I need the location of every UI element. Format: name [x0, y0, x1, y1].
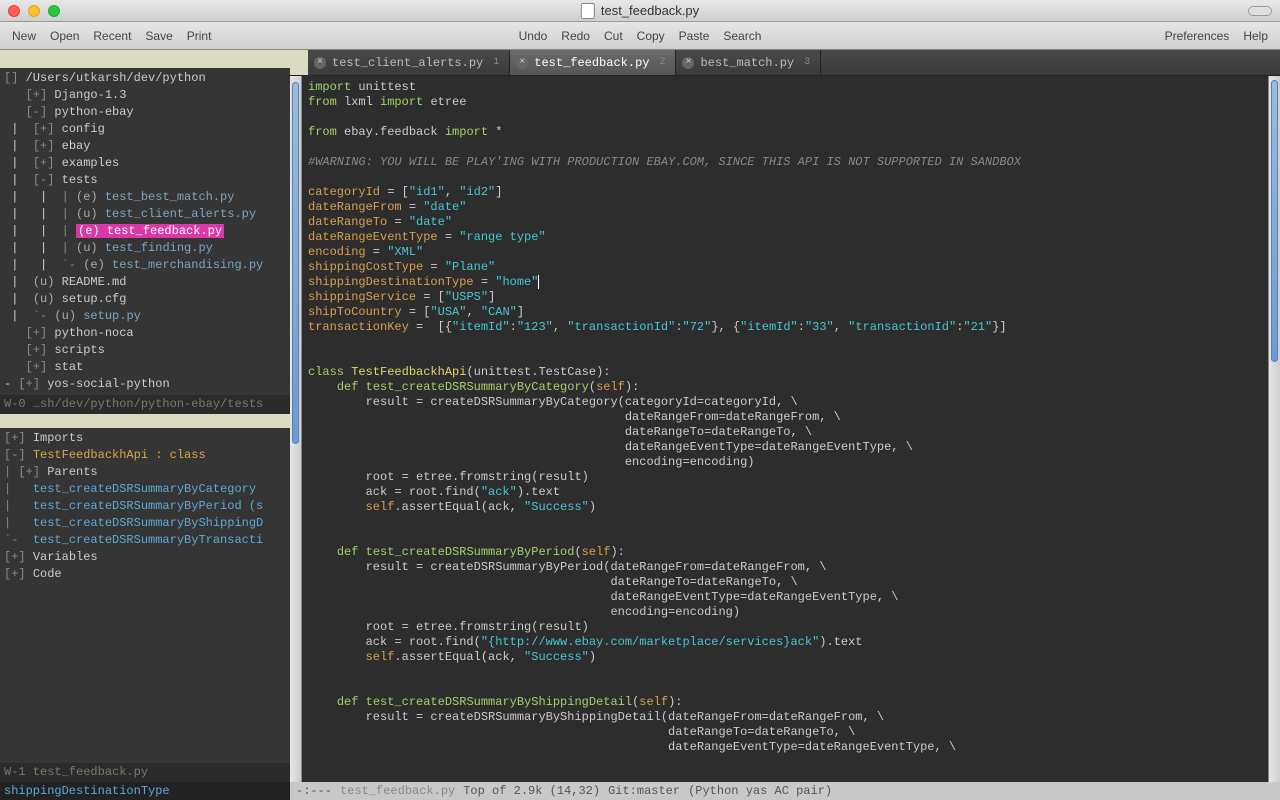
toolbar-redo[interactable]: Redo	[561, 29, 590, 43]
window-title: test_feedback.py	[601, 3, 699, 18]
status-git: Git:master	[608, 784, 680, 798]
tab-number: 3	[804, 57, 810, 68]
tree-item[interactable]: - [+] yos-social-python	[4, 376, 286, 393]
tree-item[interactable]: | [+] config	[4, 121, 286, 138]
toolbar-new[interactable]: New	[12, 29, 36, 43]
tab-label: test_client_alerts.py	[332, 56, 483, 70]
toolbar-preferences[interactable]: Preferences	[1165, 29, 1230, 43]
editor-scrollbar[interactable]	[1268, 76, 1280, 782]
tree-item[interactable]: | | `- (e) test_merchandising.py	[4, 257, 286, 274]
toolbar-search[interactable]: Search	[723, 29, 761, 43]
sidebar: [] /Users/utkarsh/dev/python [+] Django-…	[0, 50, 290, 800]
close-window-button[interactable]	[8, 5, 20, 17]
toolbar: New Open Recent Save Print Undo Redo Cut Copy Pa…	[0, 22, 1280, 50]
tab-test_client_alerts-py[interactable]: × test_client_alerts.py 1	[308, 50, 510, 75]
code-editor[interactable]: import unittestfrom lxml import etree fr…	[302, 76, 1268, 782]
outline-item[interactable]: [-] TestFeedbackhApi : class	[4, 447, 286, 464]
traffic-lights	[8, 5, 60, 17]
file-icon	[581, 3, 595, 19]
status-filename: test_feedback.py	[340, 784, 455, 798]
tab-label: test_feedback.py	[534, 56, 649, 70]
outline-item[interactable]: [+] Variables	[4, 549, 286, 566]
toolbar-print[interactable]: Print	[187, 29, 212, 43]
toolbar-cut[interactable]: Cut	[604, 29, 623, 43]
toolbar-paste[interactable]: Paste	[679, 29, 710, 43]
toolbar-open[interactable]: Open	[50, 29, 79, 43]
tab-test_feedback-py[interactable]: × test_feedback.py 2	[510, 50, 676, 75]
outline-item[interactable]: | test_createDSRSummaryByCategory	[4, 481, 286, 498]
tab-close-icon[interactable]: ×	[516, 57, 528, 69]
tab-bar: × test_client_alerts.py 1 × test_feedback.py…	[290, 50, 1280, 76]
tree-item[interactable]: [+] stat	[4, 359, 286, 376]
toolbar-help[interactable]: Help	[1243, 29, 1268, 43]
tree-item[interactable]: | [+] ebay	[4, 138, 286, 155]
tree-item[interactable]: | (u) README.md	[4, 274, 286, 291]
toolbar-copy[interactable]: Copy	[637, 29, 665, 43]
editor-status-bar: -:--- test_feedback.py Top of 2.9k (14,3…	[290, 782, 1280, 800]
sidebar-divider	[0, 414, 290, 428]
file-tree[interactable]: [] /Users/utkarsh/dev/python [+] Django-…	[0, 68, 290, 395]
tab-label: best_match.py	[700, 56, 794, 70]
outline-item[interactable]: [+] Code	[4, 566, 286, 583]
tab-best_match-py[interactable]: × best_match.py 3	[676, 50, 821, 75]
outline-panel[interactable]: [+] Imports[-] TestFeedbackhApi : class|…	[0, 428, 290, 763]
tree-item[interactable]: | | | (e) test_feedback.py	[4, 223, 286, 240]
tree-item[interactable]: | [-] tests	[4, 172, 286, 189]
toolbar-recent[interactable]: Recent	[93, 29, 131, 43]
minimize-window-button[interactable]	[28, 5, 40, 17]
tab-spacer	[290, 50, 308, 75]
sidebar-scrollbar[interactable]	[290, 76, 302, 782]
tree-root[interactable]: [] /Users/utkarsh/dev/python	[4, 70, 286, 87]
status-modes: (Python yas AC pair)	[688, 784, 832, 798]
outline-item[interactable]: | test_createDSRSummaryByPeriod (s	[4, 498, 286, 515]
tree-item[interactable]: | `- (u) setup.py	[4, 308, 286, 325]
tab-number: 2	[659, 57, 665, 68]
tree-item[interactable]: | (u) setup.cfg	[4, 291, 286, 308]
outline-item[interactable]: | test_createDSRSummaryByShippingD	[4, 515, 286, 532]
status-flags: -:---	[296, 784, 332, 798]
tree-item[interactable]: [+] Django-1.3	[4, 87, 286, 104]
tab-number: 1	[493, 57, 499, 68]
tree-item[interactable]: | | | (u) test_finding.py	[4, 240, 286, 257]
zoom-window-button[interactable]	[48, 5, 60, 17]
editor-panel: × test_client_alerts.py 1 × test_feedback.py…	[290, 50, 1280, 800]
tree-item[interactable]: | [+] examples	[4, 155, 286, 172]
sidebar-top-strip	[0, 50, 290, 68]
tree-item[interactable]: [+] python-noca	[4, 325, 286, 342]
status-position: Top of 2.9k (14,32)	[463, 784, 600, 798]
toolbar-save[interactable]: Save	[145, 29, 172, 43]
tree-item[interactable]: [+] scripts	[4, 342, 286, 359]
tree-item[interactable]: [-] python-ebay	[4, 104, 286, 121]
sidebar-status-w0: W-0 …sh/dev/python/python-ebay/tests	[0, 395, 290, 414]
window-titlebar: test_feedback.py	[0, 0, 1280, 22]
tree-item[interactable]: | | | (u) test_client_alerts.py	[4, 206, 286, 223]
tree-item[interactable]: | | | (e) test_best_match.py	[4, 189, 286, 206]
tab-close-icon[interactable]: ×	[682, 57, 694, 69]
toolbar-toggle-button[interactable]	[1248, 6, 1272, 16]
outline-item[interactable]: | [+] Parents	[4, 464, 286, 481]
minibuffer[interactable]: shippingDestinationType	[0, 782, 290, 800]
sidebar-status-w1: W-1 test_feedback.py	[0, 763, 290, 782]
toolbar-undo[interactable]: Undo	[519, 29, 548, 43]
tab-close-icon[interactable]: ×	[314, 57, 326, 69]
outline-item[interactable]: `- test_createDSRSummaryByTransacti	[4, 532, 286, 549]
outline-item[interactable]: [+] Imports	[4, 430, 286, 447]
